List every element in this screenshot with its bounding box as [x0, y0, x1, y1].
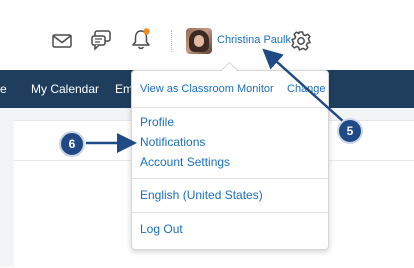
step-marker-6: 6 [59, 131, 85, 157]
step-marker-5: 5 [337, 118, 363, 144]
arrow-to-user-name [262, 48, 346, 124]
